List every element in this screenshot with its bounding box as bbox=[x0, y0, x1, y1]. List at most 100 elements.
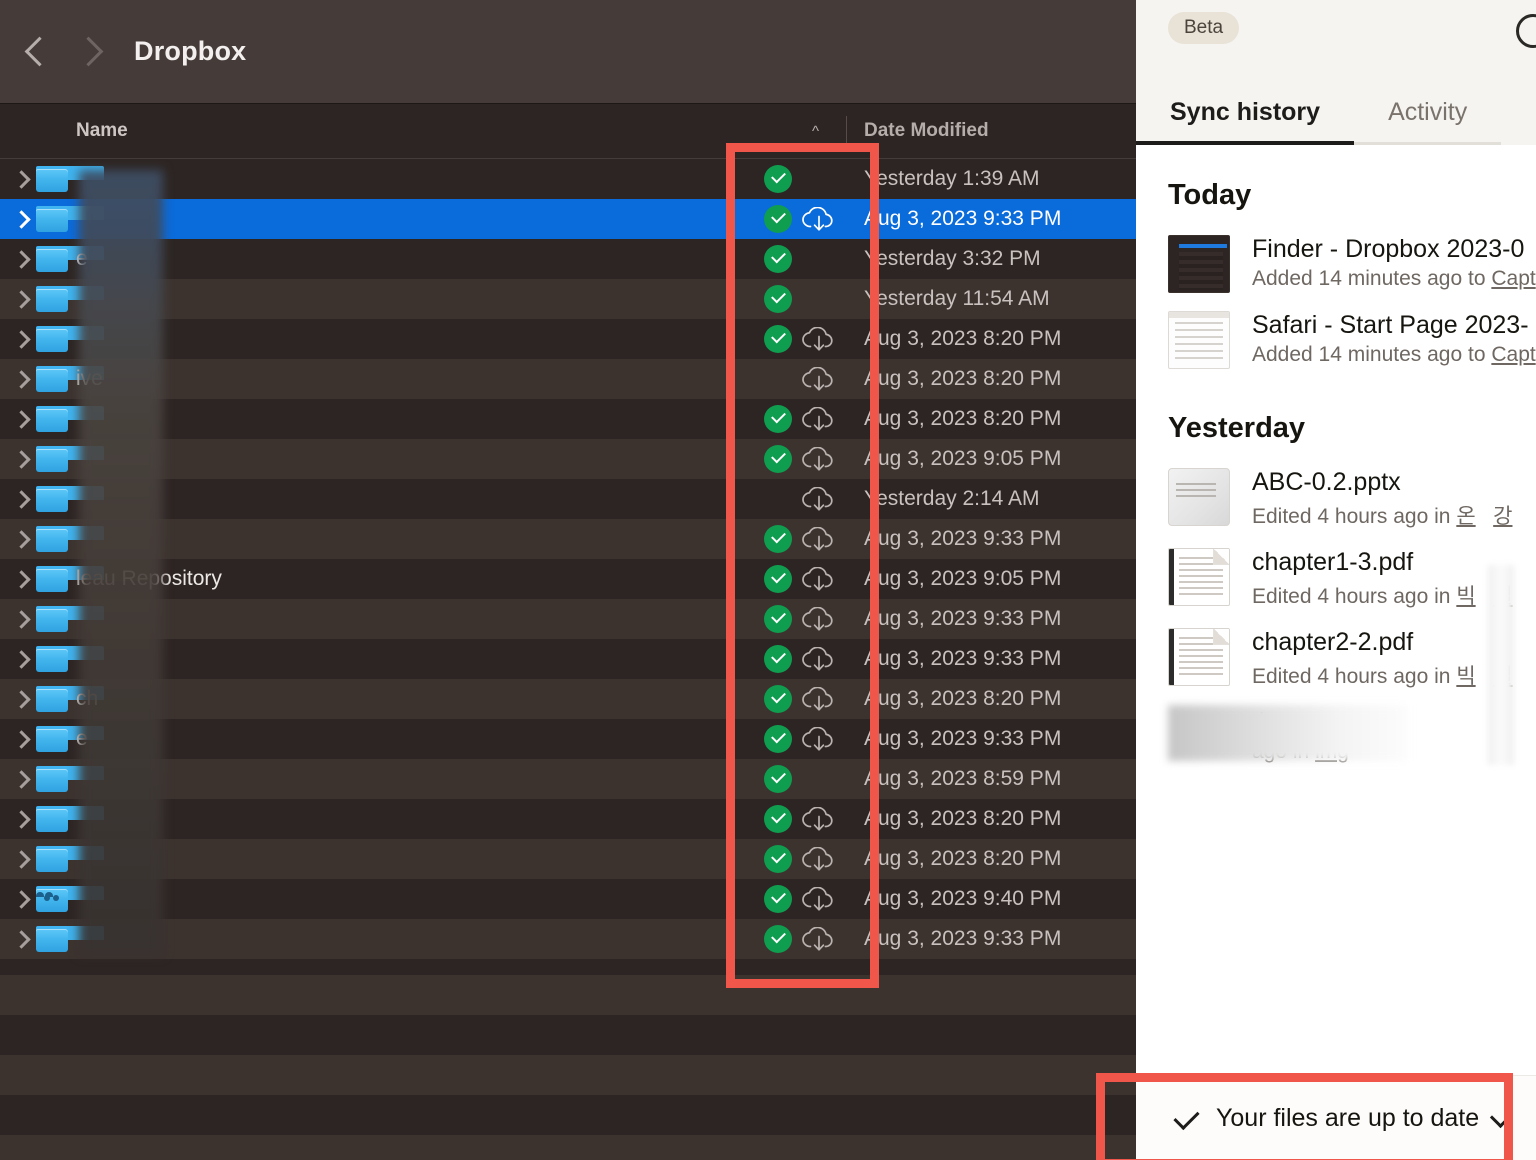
cloud-download-icon[interactable] bbox=[800, 367, 838, 393]
table-row[interactable]: Aug 3, 2023 8:59 PM bbox=[0, 759, 1136, 799]
entry-folder-link[interactable]: 빅 bbox=[1456, 665, 1475, 688]
cloud-download-icon[interactable] bbox=[800, 647, 838, 673]
chevron-right-icon[interactable] bbox=[12, 809, 32, 829]
chevron-right-icon[interactable] bbox=[12, 409, 32, 429]
table-row[interactable]: Aug 3, 2023 8:20 PM bbox=[0, 319, 1136, 359]
chevron-right-icon[interactable] bbox=[12, 889, 32, 909]
table-row[interactable]: Aug 3, 2023 9:05 PM bbox=[0, 439, 1136, 479]
chevron-right-icon[interactable] bbox=[12, 609, 32, 629]
cloud-download-icon[interactable] bbox=[800, 887, 838, 913]
cloud-download-icon[interactable] bbox=[800, 447, 838, 473]
cloud-download-icon[interactable] bbox=[800, 527, 838, 553]
cloud-download-icon[interactable] bbox=[800, 207, 838, 233]
folder-icon bbox=[36, 326, 68, 352]
chevron-right-icon[interactable] bbox=[72, 35, 106, 69]
file-thumbnail bbox=[1168, 235, 1230, 293]
table-row[interactable]: leau RepositoryAug 3, 2023 9:05 PM bbox=[0, 559, 1136, 599]
check-icon bbox=[1172, 1104, 1200, 1132]
chevron-right-icon[interactable] bbox=[12, 569, 32, 589]
tab-sync-history[interactable]: Sync history bbox=[1136, 98, 1354, 145]
date-modified: Aug 3, 2023 8:20 PM bbox=[864, 327, 1061, 351]
column-header-date-modified[interactable]: Date Modified bbox=[864, 120, 989, 142]
chevron-right-icon[interactable] bbox=[12, 729, 32, 749]
status-badge: Your files are up to date bbox=[1216, 1104, 1479, 1133]
list-item[interactable]: Finder - Dropbox 2023-0Added 14 minutes … bbox=[1136, 226, 1536, 302]
folder-icon bbox=[36, 206, 68, 232]
table-row[interactable]: Aug 3, 2023 9:33 PM bbox=[0, 199, 1136, 239]
chevron-right-icon[interactable] bbox=[12, 209, 32, 229]
chevron-right-icon[interactable] bbox=[12, 249, 32, 269]
table-row[interactable]: Yesterday 1:39 AM bbox=[0, 159, 1136, 199]
entry-action-text: Edited 4 hours ago in bbox=[1252, 585, 1456, 608]
chevron-right-icon[interactable] bbox=[12, 329, 32, 349]
sort-ascending-icon[interactable]: ^ bbox=[812, 123, 819, 140]
chevron-right-icon[interactable] bbox=[12, 649, 32, 669]
date-modified: Aug 3, 2023 8:59 PM bbox=[864, 767, 1061, 791]
file-list: Yesterday 1:39 AMAug 3, 2023 9:33 PMeYes… bbox=[0, 159, 1136, 959]
list-item[interactable]: chapter2-2.pdfEdited 4 hours ago in 빅 필 bbox=[1136, 619, 1536, 699]
cloud-download-icon[interactable] bbox=[800, 407, 838, 433]
cloud-download-icon[interactable] bbox=[800, 687, 838, 713]
cloud-download-icon[interactable] bbox=[800, 607, 838, 633]
chevron-right-icon[interactable] bbox=[12, 529, 32, 549]
account-avatar-icon[interactable] bbox=[1516, 14, 1536, 48]
table-row[interactable]: Aug 3, 2023 8:20 PM bbox=[0, 799, 1136, 839]
synced-check-icon bbox=[764, 605, 792, 633]
table-row[interactable]: Aug 3, 2023 9:33 PM bbox=[0, 519, 1136, 559]
chevron-right-icon[interactable] bbox=[12, 849, 32, 869]
cloud-download-icon[interactable] bbox=[800, 847, 838, 873]
column-header-name[interactable]: Name bbox=[76, 120, 128, 142]
chevron-right-icon[interactable] bbox=[12, 449, 32, 469]
list-item[interactable]: chapter1-3.pdfEdited 4 hours ago in 빅 필 bbox=[1136, 539, 1536, 619]
table-row[interactable]: Aug 3, 2023 9:33 PM bbox=[0, 599, 1136, 639]
cloud-download-icon[interactable] bbox=[800, 927, 838, 953]
chevron-right-icon[interactable] bbox=[12, 769, 32, 789]
chevron-right-icon[interactable] bbox=[12, 489, 32, 509]
panel-tabs: Sync historyActivity bbox=[1136, 98, 1501, 145]
cloud-download-icon[interactable] bbox=[800, 327, 838, 353]
synced-check-icon bbox=[764, 725, 792, 753]
list-item[interactable]: ABC-0.2.pptxEdited 4 hours ago in 온 강 bbox=[1136, 459, 1536, 539]
cloud-download-icon[interactable] bbox=[800, 487, 838, 513]
table-row[interactable]: Aug 3, 2023 9:33 PM bbox=[0, 919, 1136, 959]
cloud-download-icon[interactable] bbox=[800, 727, 838, 753]
entry-folder-link[interactable]: Capt bbox=[1491, 267, 1535, 290]
synced-check-icon bbox=[764, 565, 792, 593]
table-row[interactable]: Yesterday 11:54 AM bbox=[0, 279, 1136, 319]
finder-titlebar: Dropbox bbox=[0, 0, 1136, 104]
cloud-download-icon[interactable] bbox=[800, 807, 838, 833]
chevron-right-icon[interactable] bbox=[12, 289, 32, 309]
entry-folder-link[interactable]: 빅 bbox=[1456, 585, 1475, 608]
screenshot-root: Dropbox Name ^ Date Modified Yesterday 1… bbox=[0, 0, 1536, 1160]
entry-subtitle: Edited 4 hours ago in 온 강 bbox=[1252, 500, 1512, 530]
list-item[interactable]: .jpgago in img bbox=[1136, 699, 1536, 775]
chevron-right-icon[interactable] bbox=[12, 929, 32, 949]
chevron-right-icon[interactable] bbox=[12, 369, 32, 389]
entry-folder-link[interactable]: Capt bbox=[1491, 343, 1535, 366]
table-row[interactable]: iveAug 3, 2023 8:20 PM bbox=[0, 359, 1136, 399]
entry-folder-link[interactable]: 온 bbox=[1456, 505, 1475, 528]
table-row[interactable]: eYesterday 3:32 PM bbox=[0, 239, 1136, 279]
table-row[interactable]: eAug 3, 2023 9:33 PM bbox=[0, 719, 1136, 759]
chevron-right-icon[interactable] bbox=[12, 689, 32, 709]
cloud-download-icon[interactable] bbox=[800, 567, 838, 593]
chevron-left-icon[interactable] bbox=[20, 35, 54, 69]
date-modified: Aug 3, 2023 8:20 PM bbox=[864, 847, 1061, 871]
table-row[interactable]: Aug 3, 2023 8:20 PM bbox=[0, 399, 1136, 439]
table-row[interactable]: Aug 3, 2023 9:33 PM bbox=[0, 639, 1136, 679]
chevron-down-icon[interactable] bbox=[1491, 1109, 1509, 1127]
entry-folder-link-2[interactable]: 강 bbox=[1493, 505, 1512, 528]
table-row[interactable]: chAug 3, 2023 8:20 PM bbox=[0, 679, 1136, 719]
chevron-right-icon[interactable] bbox=[12, 169, 32, 189]
table-row[interactable]: Aug 3, 2023 8:20 PM bbox=[0, 839, 1136, 879]
entry-folder-link-2[interactable]: 필 bbox=[1493, 585, 1512, 608]
entry-subtitle: Edited 4 hours ago in 빅 필 bbox=[1252, 580, 1512, 610]
entry-folder-link-2[interactable]: 필 bbox=[1493, 665, 1512, 688]
table-row[interactable]: Yesterday 2:14 AM bbox=[0, 479, 1136, 519]
tab-activity[interactable]: Activity bbox=[1354, 98, 1501, 145]
list-item[interactable]: Safari - Start Page 2023-Added 14 minute… bbox=[1136, 302, 1536, 378]
sync-status-bar[interactable]: Your files are up to date bbox=[1136, 1075, 1536, 1160]
table-row[interactable]: Aug 3, 2023 9:40 PM bbox=[0, 879, 1136, 919]
date-modified: Aug 3, 2023 9:33 PM bbox=[864, 607, 1061, 631]
entry-action-text: Edited 4 hours ago in bbox=[1252, 665, 1456, 688]
